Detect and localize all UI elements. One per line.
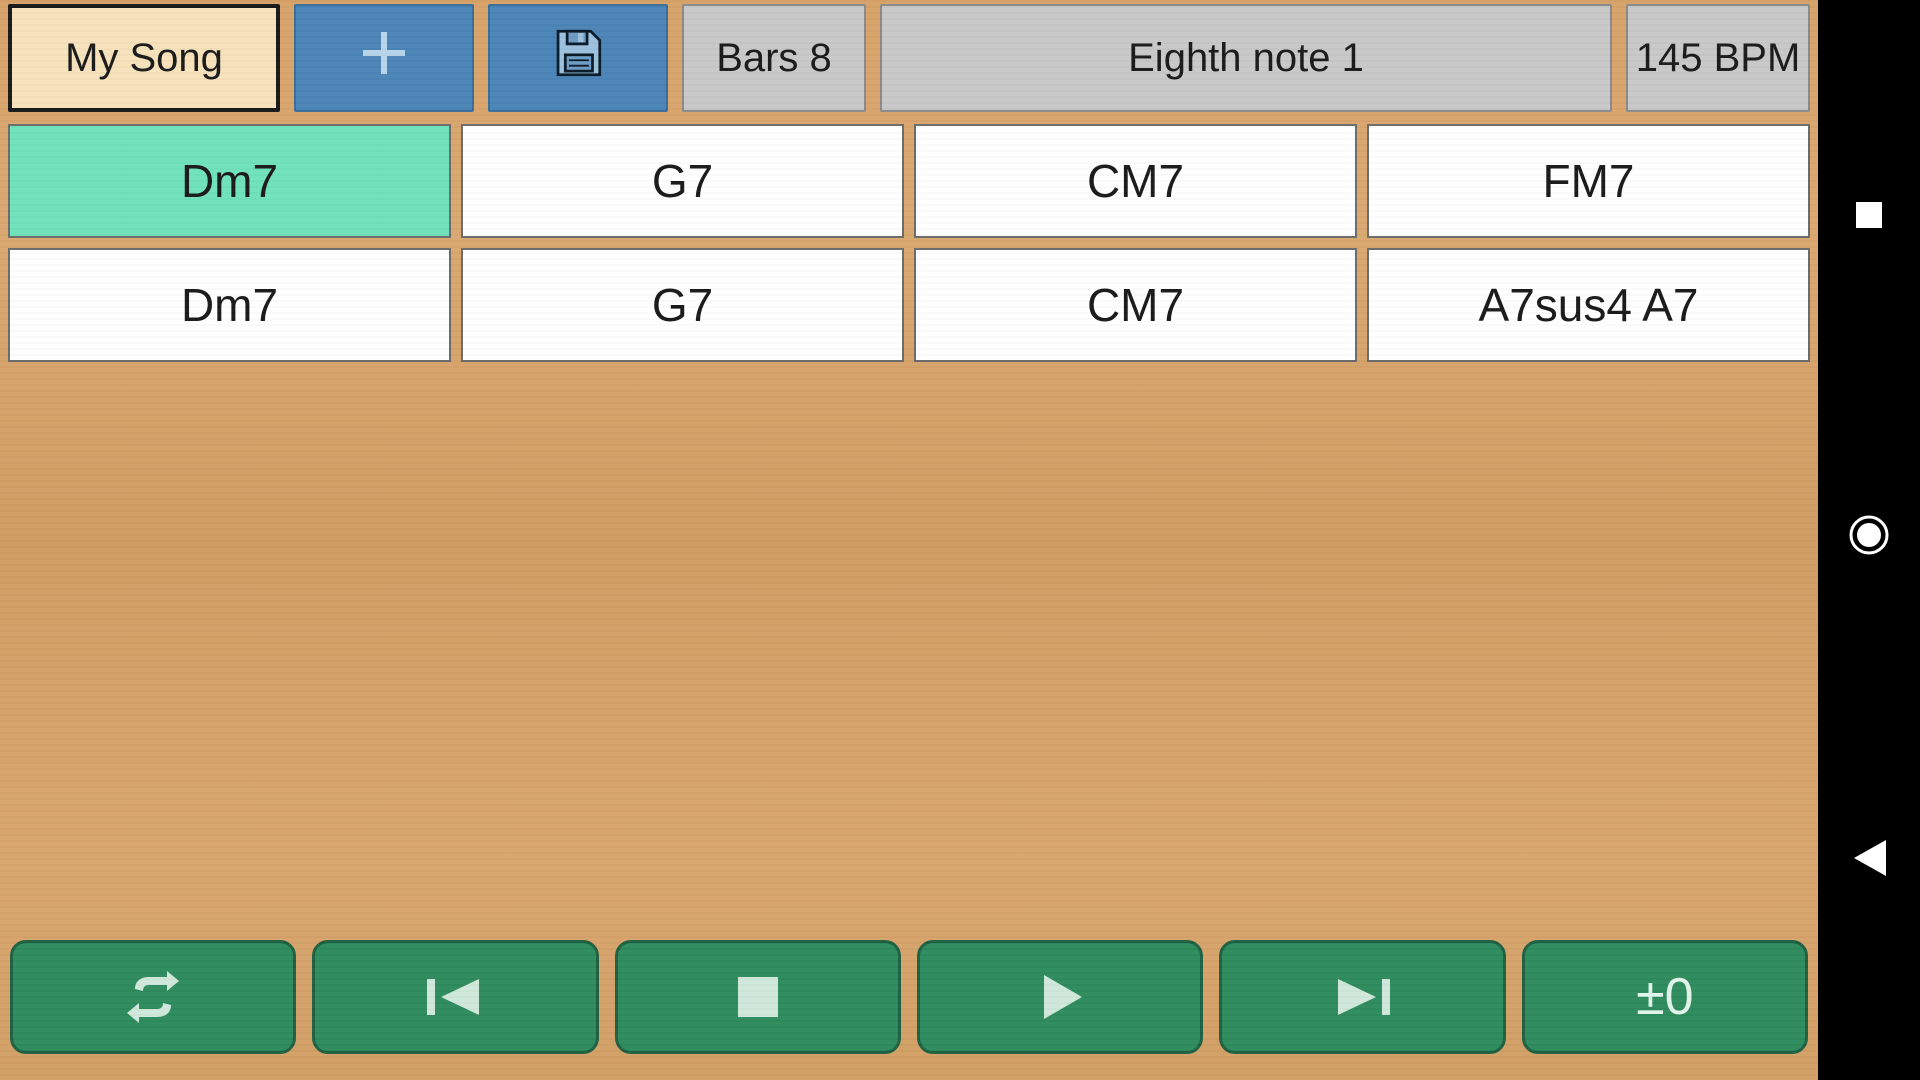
square-icon: [1854, 200, 1884, 235]
chord-grid: Dm7 G7 CM7 FM7 Dm7 G7 CM7 A7sus4 A7: [8, 124, 1810, 362]
chord-label: FM7: [1543, 154, 1635, 208]
bars-button[interactable]: Bars 8: [682, 4, 866, 112]
chord-cell[interactable]: G7: [461, 248, 904, 362]
triangle-back-icon: [1852, 840, 1886, 881]
spacer: [8, 378, 1810, 940]
chord-label: A7sus4 A7: [1479, 278, 1699, 332]
chord-cell[interactable]: Dm7: [8, 124, 451, 238]
skip-next-icon: [1330, 973, 1394, 1021]
chord-cell[interactable]: CM7: [914, 124, 1357, 238]
bpm-button[interactable]: 145 BPM: [1626, 4, 1810, 112]
android-nav-bar: [1818, 0, 1920, 1080]
transpose-button[interactable]: ±0: [1522, 940, 1808, 1054]
chord-label: G7: [652, 278, 713, 332]
stop-button[interactable]: [615, 940, 901, 1054]
app-main: My Song Bars: [0, 0, 1818, 1080]
chord-cell[interactable]: Dm7: [8, 248, 451, 362]
top-toolbar: My Song Bars: [8, 4, 1810, 112]
chord-cell[interactable]: G7: [461, 124, 904, 238]
chord-label: Dm7: [181, 278, 278, 332]
chord-label: Dm7: [181, 154, 278, 208]
transpose-label: ±0: [1636, 967, 1693, 1027]
plus-icon: [357, 26, 411, 90]
transport-bar: ±0: [8, 940, 1810, 1068]
chord-label: CM7: [1087, 278, 1184, 332]
play-icon: [1034, 971, 1086, 1023]
skip-next-button[interactable]: [1219, 940, 1505, 1054]
chord-cell[interactable]: A7sus4 A7: [1367, 248, 1810, 362]
loop-button[interactable]: [10, 940, 296, 1054]
floppy-icon: [549, 24, 607, 92]
style-label: Eighth note 1: [1128, 36, 1364, 81]
style-button[interactable]: Eighth note 1: [880, 4, 1612, 112]
chord-cell[interactable]: FM7: [1367, 124, 1810, 238]
chord-label: CM7: [1087, 154, 1184, 208]
song-title-label: My Song: [65, 36, 223, 81]
bpm-label: 145 BPM: [1636, 36, 1801, 81]
skip-previous-icon: [423, 973, 487, 1021]
new-button[interactable]: [294, 4, 474, 112]
nav-recents-button[interactable]: [1854, 200, 1884, 235]
chord-label: G7: [652, 154, 713, 208]
loop-icon: [121, 971, 185, 1023]
play-button[interactable]: [917, 940, 1203, 1054]
nav-home-button[interactable]: [1848, 514, 1890, 561]
skip-previous-button[interactable]: [312, 940, 598, 1054]
song-title-button[interactable]: My Song: [8, 4, 280, 112]
circle-icon: [1848, 514, 1890, 561]
chord-cell[interactable]: CM7: [914, 248, 1357, 362]
save-button[interactable]: [488, 4, 668, 112]
stop-icon: [734, 973, 782, 1021]
nav-back-button[interactable]: [1852, 840, 1886, 881]
bars-label: Bars 8: [716, 36, 832, 81]
